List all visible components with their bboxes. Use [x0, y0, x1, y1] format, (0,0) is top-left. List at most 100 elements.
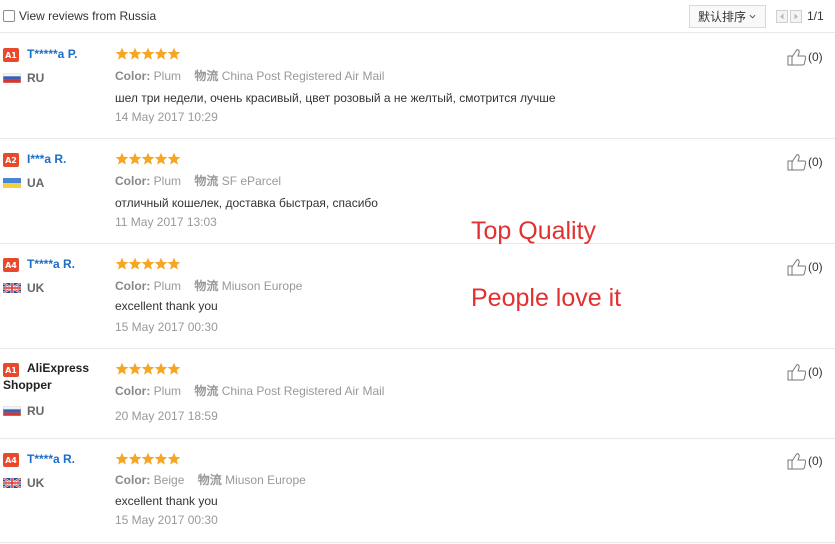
reviewer-name-line1: AliExpress [27, 361, 90, 375]
review-text: шел три недели, очень красивый, цвет роз… [115, 91, 556, 105]
review-text: excellent thank you [115, 299, 218, 313]
review-date: 15 May 2017 00:30 [115, 513, 218, 527]
color-label: Color: [115, 69, 151, 83]
review-attributes: Color: Plum 物流 China Post Registered Air… [115, 67, 384, 84]
star-icon [115, 362, 129, 375]
rating-stars [115, 362, 181, 376]
thumbs-up-icon [787, 154, 807, 171]
reviewer-country: RU [3, 404, 44, 418]
review-date: 15 May 2017 00:30 [115, 320, 218, 334]
rating-stars [115, 257, 181, 271]
thumbs-up-icon [787, 259, 807, 276]
review-attributes: Color: Beige 物流 Miuson Europe [115, 471, 306, 488]
rating-stars [115, 452, 181, 466]
star-icon [154, 152, 168, 165]
star-icon [154, 257, 168, 270]
star-icon [167, 362, 181, 375]
review-attributes: Color: Plum 物流 Miuson Europe [115, 277, 302, 294]
reviews-toolbar: View reviews from Russia 默认排序 1/1 [0, 0, 835, 33]
review-item: A1 AliExpress Shopper RU Color: Plum 物流 … [0, 349, 835, 439]
prev-page-button[interactable] [776, 9, 788, 23]
star-icon [167, 152, 181, 165]
star-icon [141, 257, 155, 270]
sort-dropdown[interactable]: 默认排序 [689, 5, 766, 28]
rating-stars [115, 152, 181, 166]
sort-label: 默认排序 [698, 10, 747, 24]
shipping-value: China Post Registered Air Mail [221, 69, 385, 83]
shipping-label: 物流 [194, 384, 219, 398]
star-icon [154, 47, 168, 60]
helpful-count: (0) [808, 155, 823, 169]
russia-filter-label: View reviews from Russia [19, 9, 157, 23]
color-label: Color: [115, 473, 151, 487]
helpful-count: (0) [808, 365, 823, 379]
helpful-button[interactable]: (0) [787, 258, 823, 276]
reviewer-name-line2: Shopper [3, 378, 52, 392]
star-icon [128, 47, 142, 60]
next-page-button[interactable] [790, 9, 802, 23]
country-code: UK [27, 281, 45, 295]
prev-page-icon [780, 13, 784, 19]
shipping-value: SF eParcel [221, 174, 282, 188]
reviewer-country: RU [3, 71, 44, 85]
star-icon [167, 257, 181, 270]
shipping-value: Miuson Europe [225, 473, 306, 487]
buyer-level-badge: A4 [3, 453, 19, 467]
review-date: 20 May 2017 18:59 [115, 409, 218, 423]
pagination: 1/1 [776, 9, 824, 23]
reviewer-name[interactable]: T****a R. [27, 257, 75, 271]
color-value: Plum [153, 279, 182, 293]
color-label: Color: [115, 174, 151, 188]
reviewer-name[interactable]: I***a R. [27, 152, 66, 166]
thumbs-up-icon [787, 49, 807, 66]
helpful-count: (0) [808, 50, 823, 64]
shipping-value: Miuson Europe [221, 279, 303, 293]
color-value: Plum [153, 384, 182, 398]
rating-stars [115, 47, 181, 61]
thumbs-up-icon [787, 364, 807, 381]
helpful-button[interactable]: (0) [787, 48, 823, 66]
russia-filter[interactable]: View reviews from Russia [3, 9, 156, 23]
star-icon [115, 452, 129, 465]
reviewer-country: UK [3, 476, 44, 490]
buyer-level-badge: A1 [3, 48, 19, 62]
checkbox-icon[interactable] [3, 10, 15, 22]
buyer-level-badge: A4 [3, 258, 19, 272]
review-attributes: Color: Plum 物流 SF eParcel [115, 172, 281, 189]
buyer-level-badge: A2 [3, 153, 19, 167]
review-item: A2 I***a R. UA Color: Plum 物流 SF eParcel… [0, 139, 835, 244]
helpful-button[interactable]: (0) [787, 452, 823, 470]
reviewer-name[interactable]: T*****a P. [27, 47, 77, 61]
color-value: Plum [153, 69, 182, 83]
promo-overlay-line2: People love it [471, 284, 622, 312]
star-icon [141, 152, 155, 165]
reviewer-country: UK [3, 281, 44, 295]
star-icon [167, 452, 181, 465]
review-item: A4 T****a R. UK Color: Beige 物流 Miuson E… [0, 439, 835, 543]
country-code: UA [27, 176, 45, 190]
flag-icon [3, 478, 21, 488]
helpful-count: (0) [808, 260, 823, 274]
review-date: 14 May 2017 10:29 [115, 110, 218, 124]
reviewer-name[interactable]: T****a R. [27, 452, 75, 466]
chevron-down-icon [749, 14, 756, 19]
helpful-button[interactable]: (0) [787, 153, 823, 171]
review-item: A4 T****a R. UK Color: Plum 物流 Miuson Eu… [0, 244, 835, 349]
review-text: excellent thank you [115, 494, 218, 508]
country-code: RU [27, 71, 45, 85]
shipping-label: 物流 [194, 279, 219, 293]
star-icon [154, 362, 168, 375]
star-icon [141, 47, 155, 60]
review-date: 11 May 2017 13:03 [115, 215, 217, 229]
reviewer-name[interactable]: AliExpress Shopper [3, 360, 103, 394]
review-attributes: Color: Plum 物流 China Post Registered Air… [115, 382, 384, 399]
star-icon [115, 152, 129, 165]
shipping-label: 物流 [194, 174, 219, 188]
helpful-button[interactable]: (0) [787, 363, 823, 381]
color-value: Plum [153, 174, 182, 188]
promo-overlay-line1: Top Quality [471, 217, 597, 245]
star-icon [128, 152, 142, 165]
star-icon [128, 257, 142, 270]
flag-icon [3, 406, 21, 416]
star-icon [154, 452, 168, 465]
